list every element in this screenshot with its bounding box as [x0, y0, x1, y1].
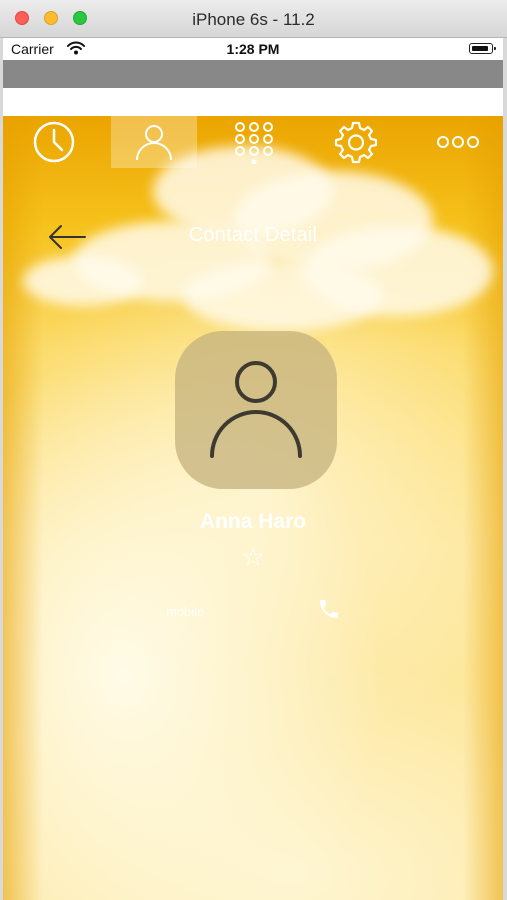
person-icon: [136, 125, 172, 161]
window-title: iPhone 6s - 11.2: [192, 10, 315, 29]
phone-label: mobile: [166, 604, 205, 619]
simulator-title-bar: iPhone 6s - 11.2: [0, 0, 507, 38]
contact-name: Anna Haro: [199, 510, 307, 533]
tab-settings[interactable]: [313, 116, 399, 168]
clock-icon: [33, 121, 75, 163]
gear-icon: [334, 121, 378, 164]
tab-contacts[interactable]: [111, 116, 197, 168]
status-bar: Carrier 1:28 PM: [3, 38, 503, 60]
favorite-star-icon[interactable]: ☆: [3, 542, 503, 572]
battery-icon: [469, 43, 496, 54]
phone-icon[interactable]: [317, 597, 341, 621]
avatar: [175, 331, 337, 489]
white-strip: [3, 88, 503, 116]
device-screen: Carrier 1:28 PM Contact Detail Anna Haro…: [3, 38, 503, 900]
person-icon: [210, 361, 302, 458]
page-title: Contact Detail: [188, 224, 318, 246]
gray-strip: [3, 60, 503, 88]
tab-more[interactable]: [415, 116, 501, 168]
status-time: 1:28 PM: [226, 41, 280, 57]
more-icon: [437, 136, 479, 148]
tab-recents[interactable]: [11, 116, 97, 168]
contact-detail-screen: Contact Detail Anna Haro ☆ mobile: [3, 116, 503, 900]
tab-keypad[interactable]: [211, 116, 297, 168]
keypad-icon: [235, 122, 273, 164]
